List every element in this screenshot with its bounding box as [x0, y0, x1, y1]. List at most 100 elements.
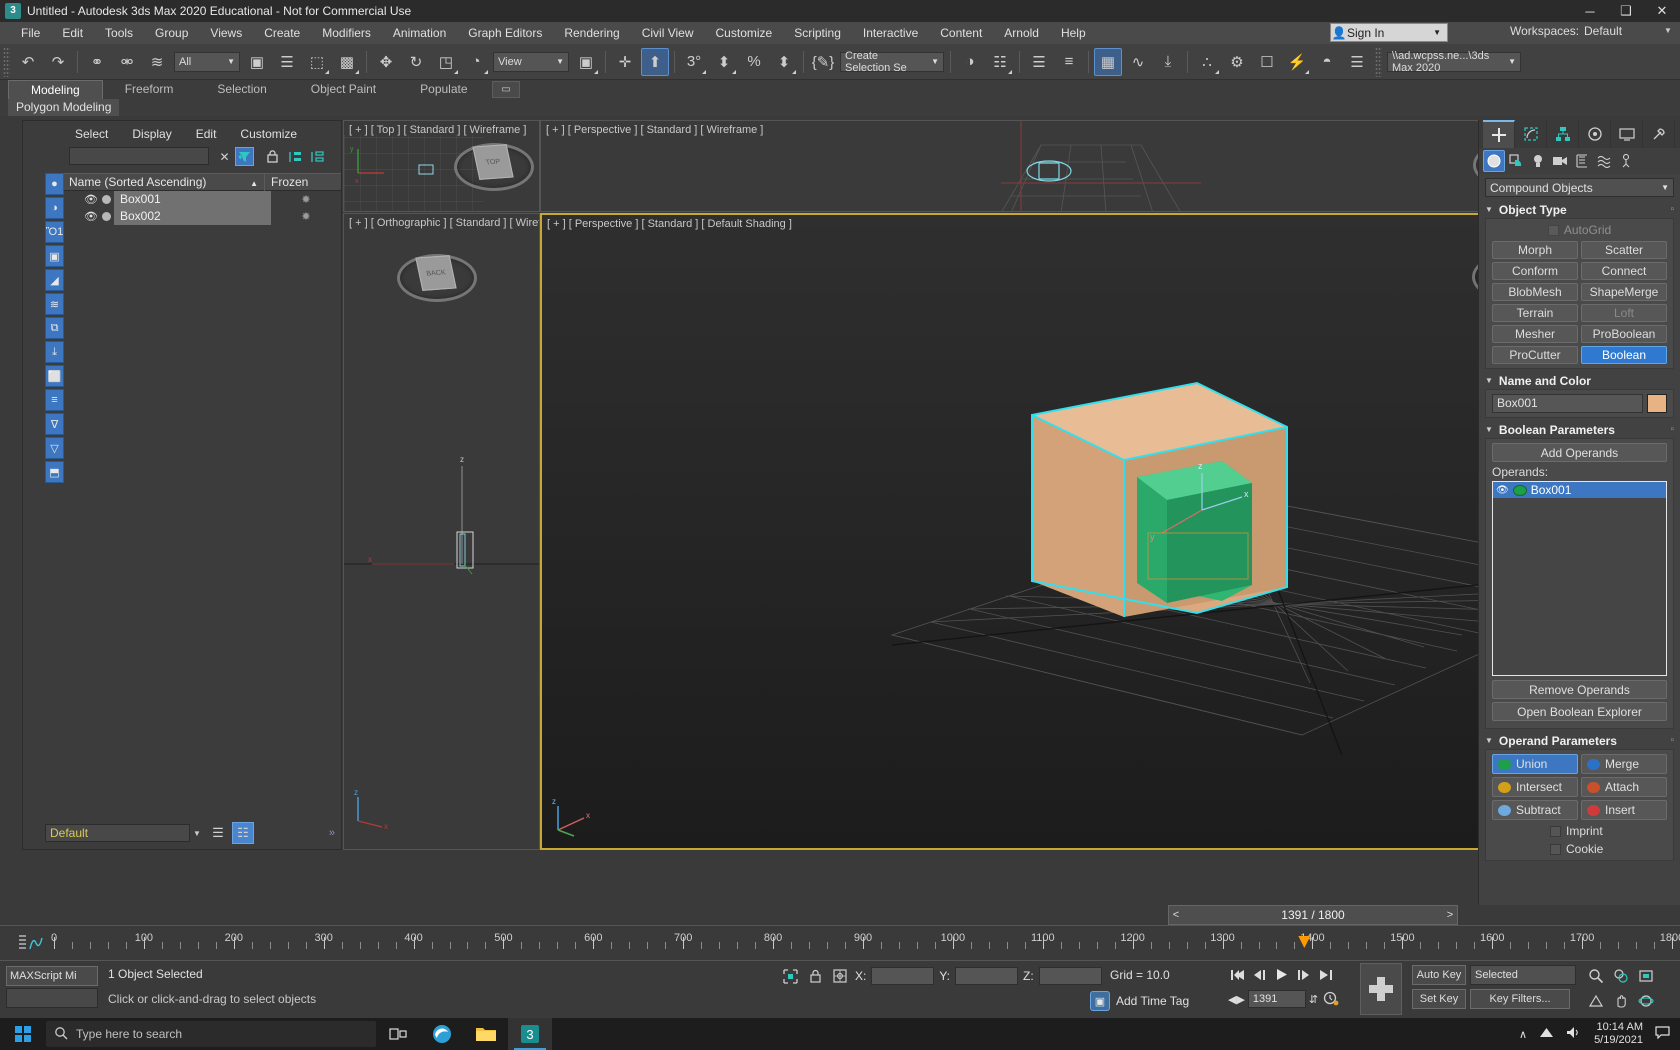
- insert-button[interactable]: Insert: [1581, 800, 1667, 820]
- menu-animation[interactable]: Animation: [382, 22, 457, 44]
- bones-filter-icon[interactable]: ⬜: [45, 365, 64, 387]
- tab-freeform[interactable]: Freeform: [103, 80, 196, 99]
- viewport-orthographic-label[interactable]: [ + ] [ Orthographic ] [ Standard ] [ Wi…: [349, 217, 540, 229]
- groups-filter-icon[interactable]: ⧉: [45, 317, 64, 339]
- geometry-icon[interactable]: [1483, 150, 1505, 172]
- x-field[interactable]: [871, 967, 934, 985]
- render-preview-icon[interactable]: ☰: [1343, 48, 1371, 76]
- render-frame-window-icon[interactable]: ⚡: [1283, 48, 1311, 76]
- close-button[interactable]: ✕: [1644, 0, 1680, 22]
- network-icon[interactable]: [1539, 1026, 1554, 1042]
- menu-scripting[interactable]: Scripting: [783, 22, 852, 44]
- display-tab[interactable]: [1611, 120, 1643, 148]
- shapes-icon[interactable]: [1505, 150, 1527, 172]
- proboolean-button[interactable]: ProBoolean: [1581, 325, 1667, 343]
- spinner-snap-toggle-icon[interactable]: ⬍: [770, 48, 798, 76]
- mirror-icon[interactable]: ◑: [956, 48, 984, 76]
- explorer-menu-display[interactable]: Display: [120, 127, 183, 141]
- viewport-top[interactable]: [ + ] [ Top ] [ Standard ] [ Wireframe ]…: [343, 120, 540, 212]
- cameras-icon[interactable]: [1549, 150, 1571, 172]
- track-bar-ruler[interactable]: 0100200300400500600700800900100011001200…: [54, 934, 1672, 958]
- placement-tool-icon[interactable]: ◔: [462, 48, 490, 76]
- material-editor-icon[interactable]: ⚙: [1223, 48, 1251, 76]
- active-layer-value[interactable]: Default: [45, 824, 190, 842]
- maximize-button[interactable]: ❑: [1608, 0, 1644, 22]
- percent-snap-toggle-icon[interactable]: ⬍: [710, 48, 738, 76]
- undo-icon[interactable]: ↶: [14, 48, 42, 76]
- tab-object-paint[interactable]: Object Paint: [289, 80, 398, 99]
- explorer-menu-select[interactable]: Select: [63, 127, 120, 141]
- prev-frame-arrow[interactable]: <: [1169, 909, 1183, 921]
- project-path-combo[interactable]: \\ad.wcpss.ne...\3ds Max 2020 ▼: [1387, 52, 1521, 72]
- column-header-name[interactable]: Name (Sorted Ascending) ▲: [64, 175, 264, 189]
- time-slider[interactable]: < 1391 / 1800 >: [1168, 905, 1458, 925]
- key-filters-button[interactable]: Key Filters...: [1470, 989, 1570, 1009]
- zoom-all-icon[interactable]: [1609, 964, 1633, 988]
- menu-civil-view[interactable]: Civil View: [631, 22, 705, 44]
- 3dsmax-app[interactable]: 3: [508, 1018, 552, 1050]
- layer-chevron-down-icon[interactable]: ▼: [190, 829, 204, 838]
- viewport-perspective-main[interactable]: [ + ] [ Perspective ] [ Standard ] [ Def…: [540, 213, 1561, 850]
- utilities-tab[interactable]: [1643, 120, 1675, 148]
- visibility-eye-icon[interactable]: 👁: [84, 210, 98, 223]
- viewport-top-label[interactable]: [ + ] [ Top ] [ Standard ] [ Wireframe ]: [349, 124, 526, 136]
- systems-icon[interactable]: [1615, 150, 1637, 172]
- menu-create[interactable]: Create: [253, 22, 311, 44]
- z-field[interactable]: [1039, 967, 1102, 985]
- render-setup-icon[interactable]: ☐: [1253, 48, 1281, 76]
- category-combo[interactable]: Compound Objects ▼: [1485, 178, 1674, 197]
- go-to-end-button[interactable]: [1316, 964, 1336, 986]
- containers-filter-icon[interactable]: ⬒: [45, 461, 64, 483]
- name-and-color-header[interactable]: ▼ Name and Color: [1485, 372, 1674, 389]
- xrefs-filter-icon[interactable]: ⤓: [45, 341, 64, 363]
- lights-icon[interactable]: [1527, 150, 1549, 172]
- time-configuration-icon[interactable]: [1321, 989, 1341, 1009]
- menu-content[interactable]: Content: [929, 22, 993, 44]
- ribbon-subtab-polygon-modeling[interactable]: Polygon Modeling: [8, 99, 119, 116]
- explorer-menu-edit[interactable]: Edit: [184, 127, 229, 141]
- cookie-checkbox[interactable]: Cookie: [1492, 842, 1667, 856]
- operand-eye-icon[interactable]: 👁: [1496, 485, 1509, 496]
- edit-named-selection-sets-icon[interactable]: {✎}: [809, 48, 837, 76]
- volume-icon[interactable]: [1566, 1026, 1582, 1042]
- mesher-button[interactable]: Mesher: [1492, 325, 1578, 343]
- frame-spinner[interactable]: ⇵: [1309, 993, 1318, 1006]
- layers-filter-icon[interactable]: ≡: [45, 389, 64, 411]
- object-type-header[interactable]: ▼ Object Type ▫: [1485, 201, 1674, 218]
- subtract-button[interactable]: Subtract: [1492, 800, 1578, 820]
- motion-paths-icon[interactable]: ∿: [1124, 48, 1152, 76]
- render-dot-icon[interactable]: [102, 195, 111, 204]
- merge-button[interactable]: Merge: [1581, 754, 1667, 774]
- modify-tab[interactable]: [1515, 120, 1547, 148]
- blobmesh-button[interactable]: BlobMesh: [1492, 283, 1578, 301]
- menu-modifiers[interactable]: Modifiers: [311, 22, 382, 44]
- viewcube-box[interactable]: TOP: [472, 144, 513, 180]
- helpers-filter-icon[interactable]: ◢: [45, 269, 64, 291]
- scene-explorer-icon[interactable]: ▦: [1094, 48, 1122, 76]
- menu-graph-editors[interactable]: Graph Editors: [457, 22, 553, 44]
- tab-populate[interactable]: Populate: [398, 80, 489, 99]
- unlink-icon[interactable]: ⚮: [113, 48, 141, 76]
- autogrid-checkbox[interactable]: AutoGrid: [1492, 223, 1667, 237]
- frame-nudge-arrows[interactable]: ◀▶: [1228, 993, 1245, 1006]
- filter-funnel-icon[interactable]: ∇: [45, 413, 64, 435]
- zoom-extents-icon[interactable]: [1634, 964, 1658, 988]
- set-key-mode-button[interactable]: [1360, 963, 1402, 1015]
- object-name-box002[interactable]: Box002: [114, 208, 271, 225]
- select-link-icon[interactable]: ⚭: [83, 48, 111, 76]
- toolbar-grip-right[interactable]: [1375, 47, 1382, 77]
- imprint-checkbox[interactable]: Imprint: [1492, 824, 1667, 838]
- table-row[interactable]: 👁 Box002 ✸: [64, 208, 341, 225]
- add-operands-button[interactable]: Add Operands: [1492, 443, 1667, 462]
- layer-stack-icon[interactable]: ☰: [207, 822, 229, 844]
- snaps-toggle-icon[interactable]: ⬆: [641, 48, 669, 76]
- render-dot-icon[interactable]: [102, 212, 111, 221]
- frozen-cell[interactable]: ✸: [271, 193, 341, 206]
- pan-hand-icon[interactable]: [1609, 989, 1633, 1013]
- tray-expand-icon[interactable]: ∧: [1519, 1028, 1527, 1041]
- absolute-relative-transform-icon[interactable]: [830, 966, 850, 986]
- menu-edit[interactable]: Edit: [51, 22, 94, 44]
- cameras-filter-icon[interactable]: ▣: [45, 245, 64, 267]
- isolate-selection-icon[interactable]: [780, 966, 800, 986]
- menu-file[interactable]: File: [10, 22, 51, 44]
